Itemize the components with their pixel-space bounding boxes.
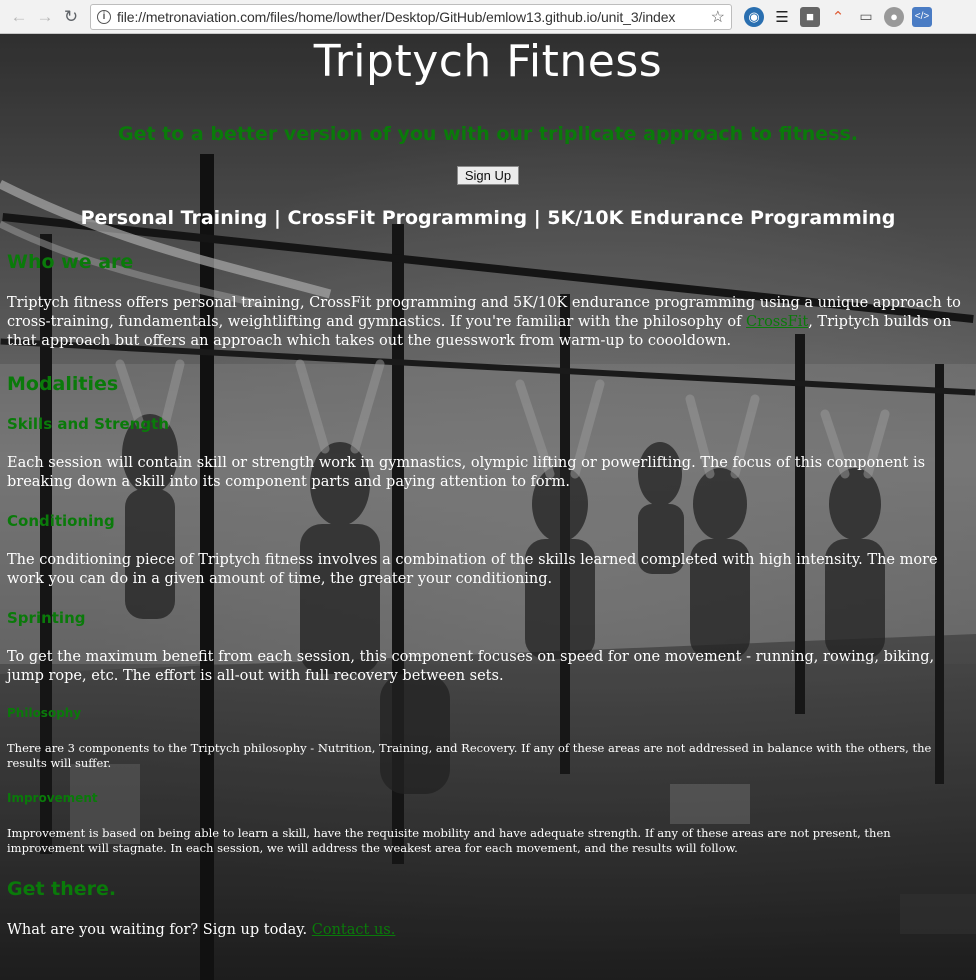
cta-text: What are you waiting for? Sign up today.… xyxy=(7,921,969,940)
extension-arc-icon[interactable]: ⌃ xyxy=(828,7,848,27)
extension-square-icon[interactable]: ■ xyxy=(800,6,820,27)
site-title: Triptych Fitness xyxy=(313,36,663,87)
sign-up-button[interactable]: Sign Up xyxy=(456,166,520,185)
reload-icon[interactable]: ↻ xyxy=(58,4,84,30)
info-icon[interactable]: i xyxy=(97,9,111,24)
improvement-text: Improvement is based on being able to le… xyxy=(7,826,891,855)
bookmark-star-icon[interactable]: ☆ xyxy=(711,7,725,27)
extension-bubble-icon[interactable]: ● xyxy=(884,6,904,27)
extension-eye-icon[interactable]: ◉ xyxy=(744,6,764,27)
page-body: Triptych Fitness Get to a better version… xyxy=(0,34,976,980)
cta-heading: Get there. xyxy=(7,878,117,900)
services-list: Personal Training | CrossFit Programming… xyxy=(80,207,896,229)
forward-icon[interactable]: → xyxy=(32,4,58,30)
cta-text-lead: What are you waiting for? Sign up today. xyxy=(7,922,312,938)
modalities-heading: Modalities xyxy=(7,373,119,395)
extensions-bar: ◉ ☰ ■ ⌃ ▭ ● </> xyxy=(740,6,936,27)
address-bar[interactable]: i file://metronaviation.com/files/home/l… xyxy=(90,3,732,30)
extension-code-icon[interactable]: </> xyxy=(912,6,932,27)
skills-text: Each session will contain skill or stren… xyxy=(7,455,926,490)
url-text[interactable]: file://metronaviation.com/files/home/low… xyxy=(117,9,707,25)
main-content: Triptych Fitness Get to a better version… xyxy=(0,34,976,940)
tagline: Get to a better version of you with our … xyxy=(117,123,858,145)
signup-container: Sign Up xyxy=(0,165,976,185)
contact-link[interactable]: Contact us. xyxy=(312,922,396,938)
cast-icon[interactable]: ▭ xyxy=(856,7,876,27)
crossfit-link[interactable]: CrossFit xyxy=(746,314,808,330)
conditioning-heading: Conditioning xyxy=(7,512,115,530)
extension-layers-icon[interactable]: ☰ xyxy=(772,7,792,27)
sprinting-text: To get the maximum benefit from each ses… xyxy=(7,649,935,684)
skills-heading: Skills and Strength xyxy=(7,415,169,433)
about-text: Triptych fitness offers personal trainin… xyxy=(7,294,969,351)
browser-toolbar: ← → ↻ i file://metronaviation.com/files/… xyxy=(0,0,976,34)
improvement-heading: Improvement xyxy=(7,791,98,805)
philosophy-text: There are 3 components to the Triptych p… xyxy=(7,741,932,770)
back-icon[interactable]: ← xyxy=(6,4,32,30)
conditioning-text: The conditioning piece of Triptych fitne… xyxy=(7,552,938,587)
sprinting-heading: Sprinting xyxy=(7,609,86,627)
philosophy-heading: Philosophy xyxy=(7,706,82,720)
about-heading: Who we are xyxy=(7,251,134,273)
